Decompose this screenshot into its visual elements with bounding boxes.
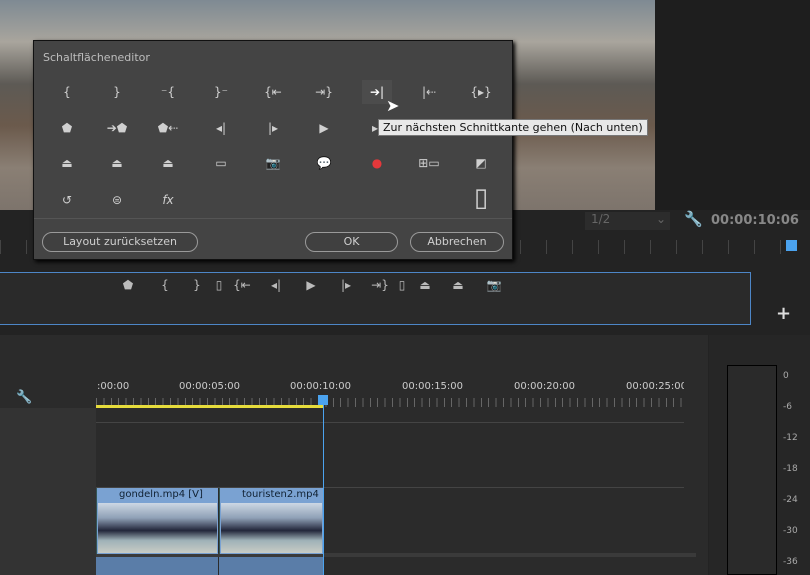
multi-insert-icon[interactable]: ⏏ (153, 151, 183, 175)
spacer-icon: ▯ (398, 278, 406, 292)
chevron-down-icon: ⌄ (655, 212, 666, 226)
audio-clip[interactable] (219, 557, 323, 575)
insert-icon[interactable]: ⏏ (52, 151, 82, 175)
spacer-icon: ▯ (215, 278, 223, 292)
insert-icon[interactable]: ⏏ (415, 278, 435, 292)
wrench-icon[interactable]: 🔧 (684, 210, 703, 228)
in-out-range-bar[interactable] (96, 405, 323, 408)
video-clip[interactable]: gondeln.mp4 [V] (96, 488, 218, 554)
multi-camera-icon[interactable]: ⊞▭ (414, 151, 444, 175)
step-forward-icon[interactable]: |▸ (258, 116, 288, 140)
proxy-icon[interactable]: ⊜ (102, 188, 132, 212)
mark-in-icon[interactable]: { (52, 80, 82, 104)
ruler-label: 00:00:10:00 (290, 381, 352, 392)
tooltip: Zur nächsten Schnittkante gehen (Nach un… (378, 119, 648, 136)
comment-icon[interactable]: 💬 (309, 151, 339, 175)
go-to-in-icon[interactable]: {⇤ (258, 80, 288, 104)
mouse-cursor-icon: ➤ (386, 96, 400, 115)
meter-label: 0 (783, 371, 789, 381)
cancel-button[interactable]: Abbrechen (410, 232, 504, 252)
meter-label: -18 (783, 464, 798, 474)
mark-out-icon[interactable]: } (102, 80, 132, 104)
ruler-label: 00:00:20:00 (514, 381, 576, 392)
mark-in-icon[interactable]: { (155, 278, 175, 292)
play-in-to-out-icon[interactable]: {▸} (466, 80, 496, 104)
step-forward-icon[interactable]: |▸ (336, 278, 356, 292)
ruler-label: 00:00:25:00 (626, 381, 684, 392)
playhead-handle[interactable] (318, 395, 328, 405)
monitor-playhead[interactable] (786, 240, 797, 251)
ruler-label: 00:00:15:00 (402, 381, 464, 392)
ok-button[interactable]: OK (305, 232, 398, 252)
clear-in-icon[interactable]: ⁻{ (153, 80, 183, 104)
overwrite-icon[interactable]: ⏏ (102, 151, 132, 175)
go-to-next-marker-icon[interactable]: ➔⬟ (102, 116, 132, 140)
loop-icon[interactable]: ↺ (52, 188, 82, 212)
clip-name: touristen2.mp4 (242, 489, 319, 500)
add-button[interactable]: + (776, 303, 791, 324)
play-icon[interactable]: ▶ (309, 116, 339, 140)
timeline-settings-icon[interactable]: 🔧 (16, 390, 32, 405)
ruler-label: :00:00 (97, 381, 130, 392)
ruler-label: 00:00:05:00 (179, 381, 241, 392)
go-to-out-icon[interactable]: ⇥} (309, 80, 339, 104)
clip-name: gondeln.mp4 [V] (119, 489, 203, 500)
zoom-select[interactable]: 1/2 ⌄ (585, 212, 670, 230)
button-editor-dialog: Schaltflächeneditor {} ⁻{}⁻ {⇤ ⇥} ➔| |⇠ {▸} ⬟ ➔⬟… (33, 40, 513, 260)
step-back-icon[interactable]: ◂| (266, 278, 286, 292)
audio-clip[interactable] (96, 557, 218, 575)
add-marker-icon[interactable]: ⬟ (52, 116, 82, 140)
meter-label: -30 (783, 526, 798, 536)
fx-icon[interactable]: fx (153, 188, 183, 212)
dialog-title: Schaltflächeneditor (43, 51, 150, 64)
go-to-out-icon[interactable]: ⇥} (370, 278, 390, 292)
record-icon[interactable]: ● (362, 151, 392, 175)
play-icon[interactable]: ▶ (301, 278, 321, 292)
divider (34, 218, 512, 219)
timecode[interactable]: 00:00:10:06 (711, 213, 799, 228)
spacer-icon[interactable]: ▯ (466, 185, 496, 211)
go-to-in-icon[interactable]: {⇤ (232, 278, 252, 292)
meter-label: -36 (783, 557, 798, 567)
monitor-background (655, 0, 810, 210)
meter-label: -24 (783, 495, 798, 505)
clip-thumbnail (98, 503, 217, 553)
audio-meter (727, 365, 777, 575)
clip-thumbnail (221, 503, 322, 553)
meter-label: -6 (783, 402, 792, 412)
overwrite-icon[interactable]: ⏏ (448, 278, 468, 292)
button-bar: ⬟ { } ▯ {⇤ ◂| ▶ |▸ ⇥} ▯ ⏏ ⏏ 📷 (0, 272, 751, 325)
reset-layout-button[interactable]: Layout zurücksetzen (42, 232, 198, 252)
step-back-icon[interactable]: ◂| (206, 116, 236, 140)
vr-video-icon[interactable]: ◩ (466, 151, 496, 175)
video-clip[interactable]: touristen2.mp4 (219, 488, 323, 554)
export-frame-icon[interactable]: 📷 (258, 151, 288, 175)
go-to-prev-marker-icon[interactable]: ⬟⇠ (153, 116, 183, 140)
track-headers (0, 408, 96, 575)
mark-out-icon[interactable]: } (187, 278, 207, 292)
zoom-value: 1/2 (591, 212, 611, 226)
playhead-line[interactable] (323, 405, 324, 575)
clear-out-icon[interactable]: }⁻ (206, 80, 236, 104)
marker-icon[interactable]: ⬟ (118, 278, 138, 292)
meter-label: -12 (783, 433, 798, 443)
safe-margins-icon[interactable]: ▭ (206, 151, 236, 175)
go-to-prev-edit-icon[interactable]: |⇠ (414, 80, 444, 104)
track-divider (96, 422, 684, 423)
export-frame-icon[interactable]: 📷 (484, 278, 504, 292)
